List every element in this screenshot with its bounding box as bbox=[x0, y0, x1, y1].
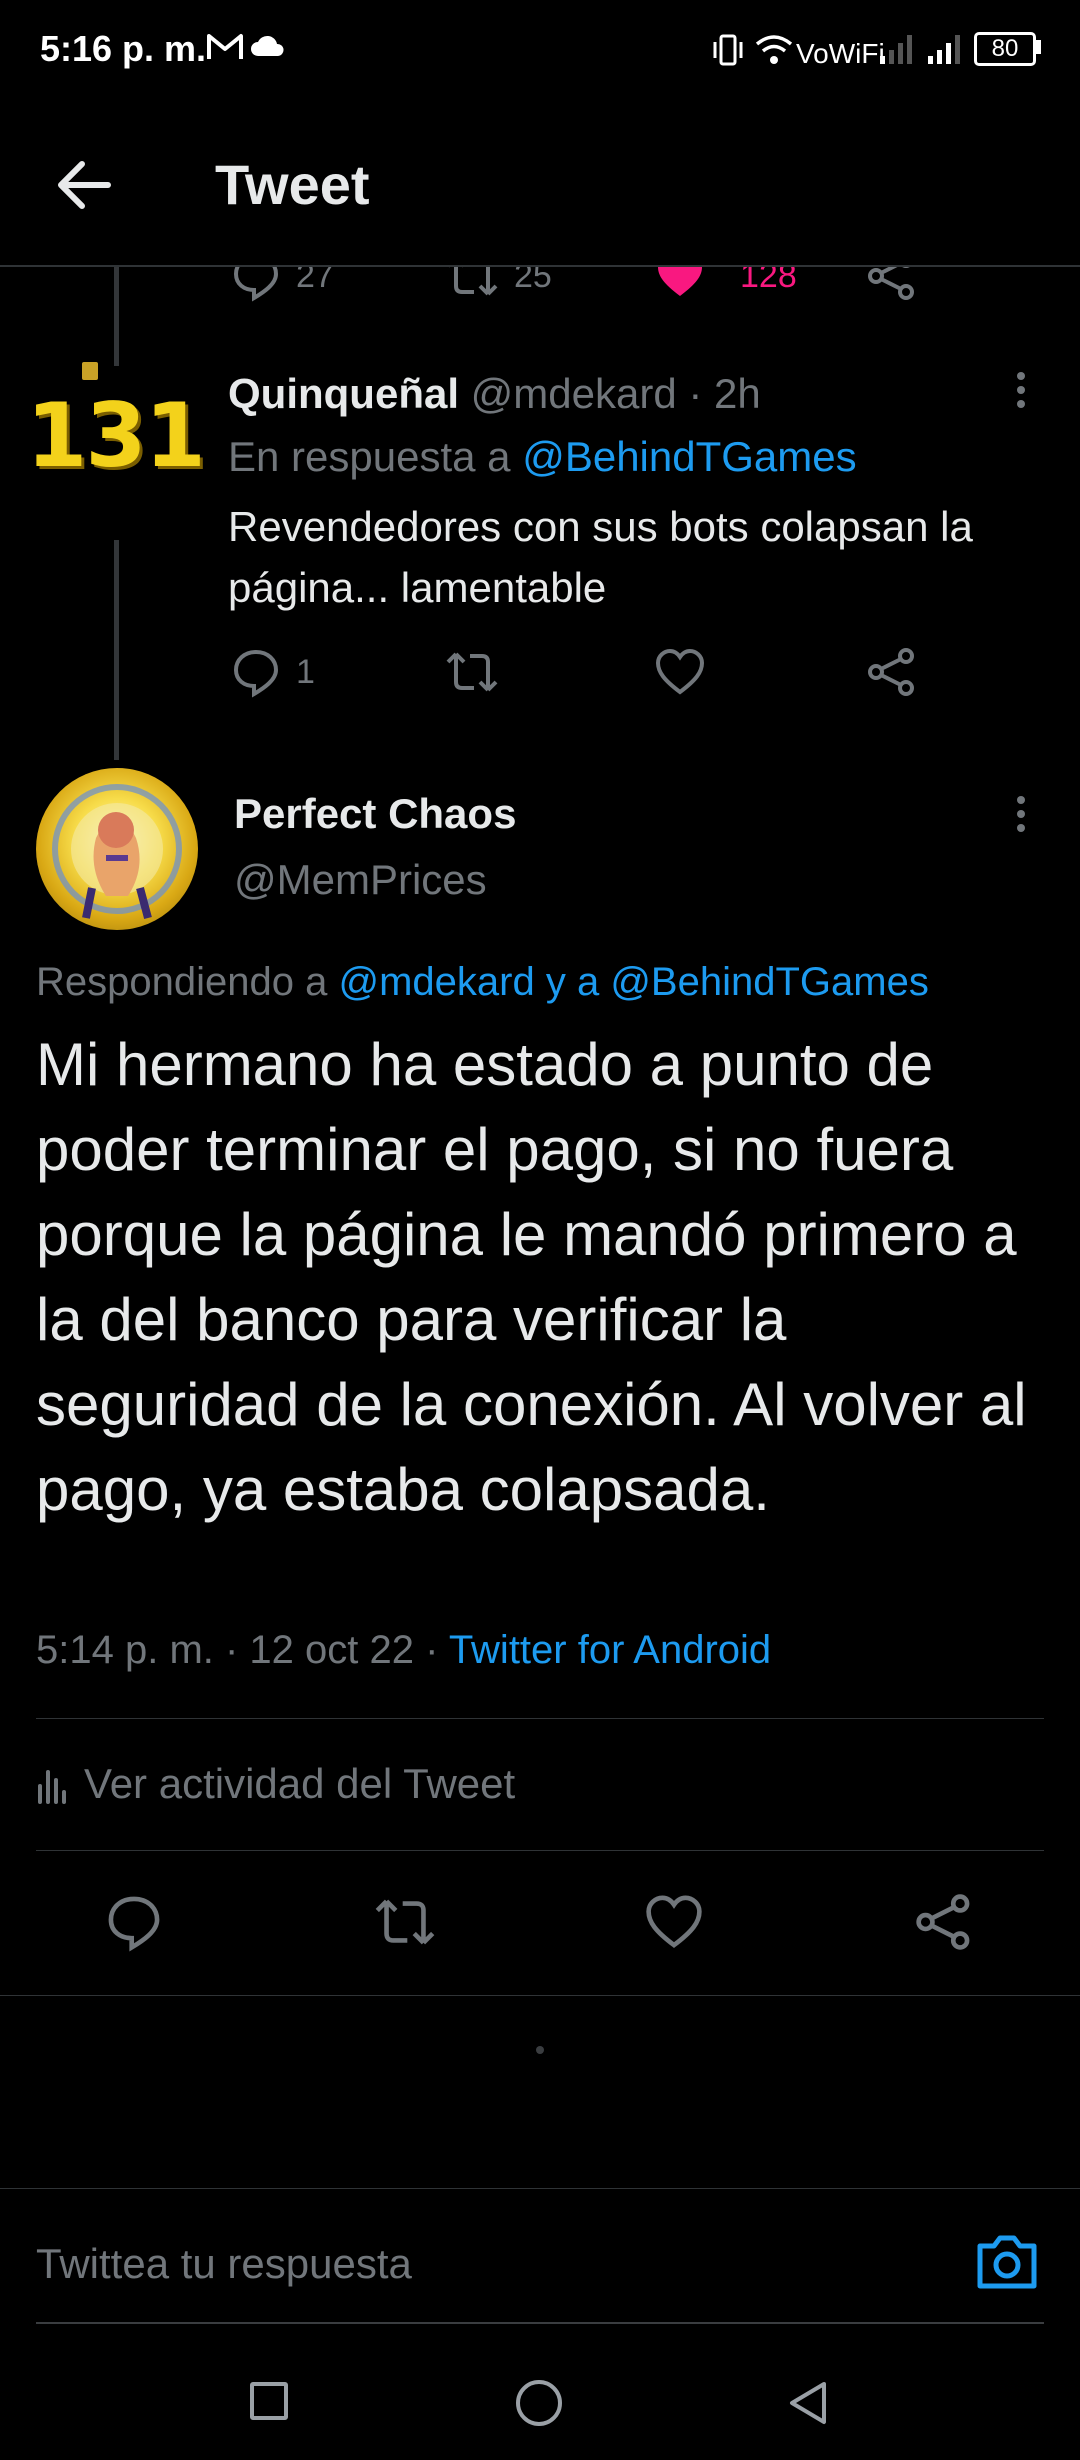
reply-icon bbox=[233, 649, 279, 698]
battery-level: 80 bbox=[991, 35, 1019, 62]
section-divider bbox=[0, 1995, 1080, 1996]
main-share-button[interactable] bbox=[914, 1892, 974, 1952]
reply-time: · 2h bbox=[688, 370, 761, 417]
divider bbox=[36, 1718, 1044, 1719]
share-icon bbox=[916, 1894, 970, 1950]
main-tweet-text: Mi hermano ha estado a punto de poder te… bbox=[36, 1031, 1027, 1523]
tweet-source[interactable]: Twitter for Android bbox=[449, 1628, 771, 1672]
tweet-timestamp: 5:14 p. m. · 12 oct 22 · bbox=[36, 1628, 439, 1672]
reply-share-button[interactable] bbox=[866, 646, 918, 698]
main-reply-button[interactable] bbox=[104, 1892, 164, 1952]
reply-reply-count: 1 bbox=[296, 652, 315, 691]
retweet-icon bbox=[446, 652, 498, 692]
in-reply-handle[interactable]: @BehindTGames bbox=[522, 433, 856, 480]
cloud-icon bbox=[251, 35, 284, 56]
replying-handle-1[interactable]: @mdekard bbox=[338, 960, 534, 1004]
crown-icon bbox=[82, 361, 99, 380]
tweet-activity-label: Ver actividad del Tweet bbox=[84, 1760, 516, 1807]
avatar-quinquenal[interactable]: 131 bbox=[26, 361, 206, 500]
retweet-icon bbox=[375, 1899, 435, 1945]
divider bbox=[36, 1850, 1044, 1851]
heart-icon bbox=[646, 1895, 702, 1948]
tweet-meta: 5:14 p. m. · 12 oct 22 · Twitter for And… bbox=[36, 1628, 771, 1673]
camera-icon bbox=[977, 2235, 1037, 2289]
analytics-icon bbox=[38, 1770, 66, 1804]
header-overlay: Tweet bbox=[0, 110, 1080, 267]
wifi-icon bbox=[755, 35, 793, 64]
status-time: 5:16 p. m. bbox=[40, 28, 207, 69]
main-more-button[interactable] bbox=[1006, 790, 1036, 850]
reply-retweet-button[interactable] bbox=[444, 646, 500, 698]
reply-tweet-header: Quinqueñal @mdekard · 2h bbox=[228, 370, 761, 418]
replying-joiner: y a bbox=[545, 960, 600, 1004]
replying-prefix: Respondiendo a bbox=[36, 960, 328, 1004]
reply-more-button[interactable] bbox=[1006, 366, 1036, 426]
share-icon bbox=[868, 648, 914, 696]
camera-button[interactable] bbox=[974, 2232, 1040, 2292]
reply-author-name[interactable]: Quinqueñal bbox=[228, 370, 459, 417]
reply-reply-button[interactable]: 1 bbox=[230, 646, 315, 698]
heart-icon bbox=[655, 648, 705, 695]
gmail-icon bbox=[207, 34, 243, 59]
page-title-overlay: Tweet bbox=[215, 153, 370, 216]
composer-underline bbox=[36, 2322, 1044, 2324]
avatar-illustration bbox=[52, 784, 182, 920]
main-retweet-button[interactable] bbox=[372, 1892, 438, 1952]
replying-handle-2[interactable]: @BehindTGames bbox=[610, 960, 929, 1004]
composer-top-border bbox=[0, 2188, 1080, 2189]
home-button[interactable] bbox=[516, 2380, 562, 2426]
signal-icon-2 bbox=[928, 35, 960, 64]
thread-line-top bbox=[114, 266, 119, 366]
loading-indicator bbox=[536, 2046, 544, 2054]
main-like-button[interactable] bbox=[644, 1892, 704, 1952]
reply-tweet-text: Revendedores con sus bots colapsan la pá… bbox=[228, 503, 973, 611]
reply-in-reply-to: En respuesta a @BehindTGames bbox=[228, 433, 857, 481]
back-button-overlay[interactable] bbox=[50, 150, 120, 220]
replying-to: Respondiendo a @mdekard y a @BehindTGame… bbox=[36, 960, 929, 1005]
recents-button[interactable] bbox=[250, 2382, 288, 2420]
avatar-text: 131 bbox=[26, 383, 206, 487]
vowifi-label: VoWiFi bbox=[796, 38, 885, 69]
reply-like-button[interactable] bbox=[654, 646, 706, 698]
tweet-activity-link[interactable]: Ver actividad del Tweet bbox=[36, 1760, 515, 1808]
vibrate-icon bbox=[713, 34, 743, 66]
main-author-name[interactable]: Perfect Chaos bbox=[234, 790, 516, 838]
system-navigation-bar bbox=[0, 2330, 1080, 2460]
in-reply-prefix: En respuesta a bbox=[228, 433, 511, 480]
back-nav-icon[interactable] bbox=[784, 2378, 830, 2428]
battery-icon: 80 bbox=[974, 32, 1036, 66]
back-arrow-icon bbox=[58, 161, 111, 209]
battery-tip bbox=[1036, 40, 1041, 54]
main-author-handle[interactable]: @MemPrices bbox=[234, 856, 487, 904]
reply-icon bbox=[108, 1896, 160, 1952]
status-bar: 5:16 p. m. VoWiFi 80 bbox=[0, 0, 1080, 100]
avatar-perfect-chaos[interactable] bbox=[36, 768, 198, 930]
signal-icon-1 bbox=[880, 35, 912, 64]
reply-author-handle[interactable]: @mdekard bbox=[471, 370, 677, 417]
thread-line-bottom bbox=[114, 540, 119, 760]
reply-composer-input[interactable]: Twittea tu respuesta bbox=[36, 2240, 412, 2288]
